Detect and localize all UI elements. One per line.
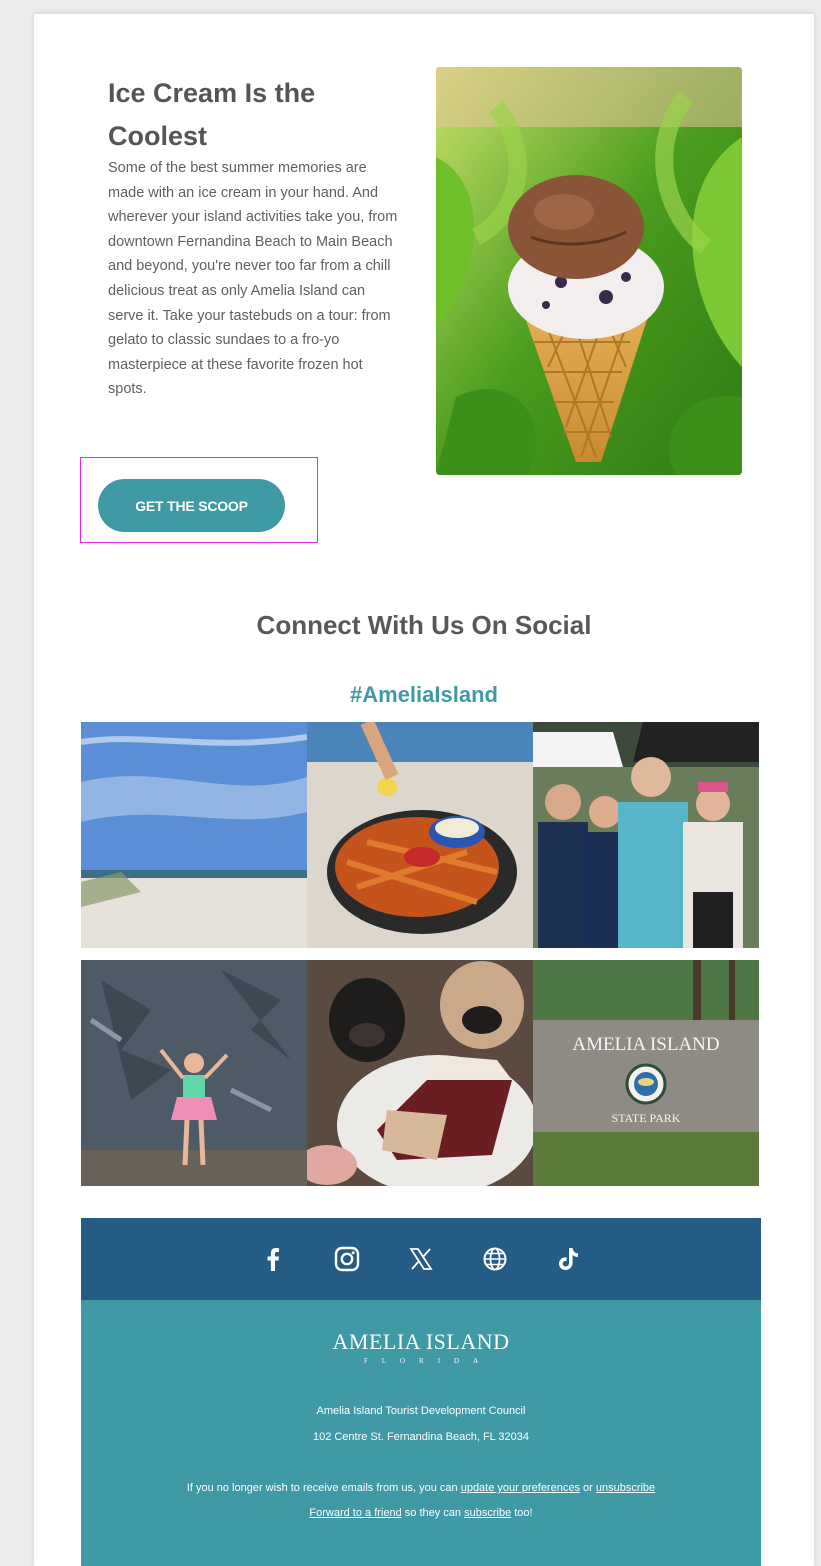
beach-photo[interactable] (81, 722, 307, 948)
footer-main: AMELIA ISLAND FLORIDA Amelia Island Tour… (81, 1300, 761, 1566)
pugs-and-cake-photo[interactable] (307, 960, 533, 1186)
org-name: Amelia Island Tourist Development Counci… (316, 1405, 526, 1417)
get-the-scoop-button[interactable]: GET THE SCOOP (98, 479, 285, 532)
tiktok-icon[interactable] (554, 1244, 584, 1274)
unsub-or: or (579, 1482, 596, 1494)
unsub-prefix: If you no longer wish to receive emails … (186, 1482, 461, 1494)
shrimp-and-fries-photo[interactable] (307, 722, 533, 948)
festival-group-photo[interactable] (533, 722, 759, 948)
subscribe-link[interactable]: subscribe (464, 1507, 511, 1519)
org-address: 102 Centre St. Fernandina Beach, FL 3203… (312, 1431, 530, 1443)
mural-wall-photo[interactable] (81, 960, 307, 1186)
email-card: Ice Cream Is the Coolest Some of the bes… (34, 14, 814, 1566)
forward-middle: so they can (401, 1507, 465, 1519)
sign-title: AMELIA ISLAND (572, 1034, 719, 1055)
amelia-island-logo[interactable]: AMELIA ISLAND FLORIDA (81, 1329, 761, 1366)
facebook-icon[interactable] (258, 1244, 288, 1274)
social-photo-grid: AMELIA ISLAND STATE PARK (81, 722, 761, 1186)
logo-subtext: FLORIDA (363, 1357, 493, 1365)
logo-text: AMELIA ISLAND (332, 1329, 510, 1354)
article-body: Some of the best summer memories are mad… (108, 160, 398, 398)
footer-social-bar (81, 1218, 761, 1300)
state-park-sign-photo[interactable]: AMELIA ISLAND STATE PARK (533, 960, 759, 1186)
forward-line: Forward to a friend so they can subscrib… (81, 1505, 761, 1521)
unsubscribe-line: If you no longer wish to receive emails … (81, 1480, 761, 1496)
sign-subtitle: STATE PARK (612, 1111, 681, 1125)
update-preferences-link[interactable]: update your preferences (461, 1482, 580, 1494)
unsubscribe-link[interactable]: unsubscribe (596, 1482, 655, 1494)
forward-to-friend-link[interactable]: Forward to a friend (309, 1507, 401, 1519)
x-icon[interactable] (406, 1244, 436, 1274)
website-globe-icon[interactable] (480, 1244, 510, 1274)
hashtag-link[interactable]: #AmeliaIsland (34, 682, 814, 708)
ice-cream-cone-image[interactable] (436, 67, 742, 475)
social-heading: Connect With Us On Social (256, 610, 592, 640)
article-title: Ice Cream Is the Coolest (108, 78, 316, 151)
forward-suffix: too! (511, 1507, 533, 1519)
instagram-icon[interactable] (332, 1244, 362, 1274)
